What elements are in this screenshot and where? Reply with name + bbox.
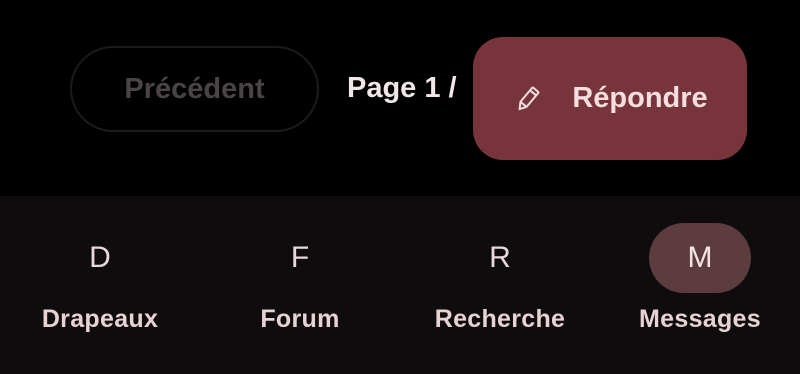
- nav-item-messages[interactable]: M Messages: [600, 196, 800, 374]
- bottom-navigation: D Drapeaux F Forum R Recherche M Message…: [0, 196, 800, 374]
- nav-item-forum[interactable]: F Forum: [200, 196, 400, 374]
- nav-item-recherche[interactable]: R Recherche: [400, 196, 600, 374]
- screen: Précédent Page 1 / Répondre D Drapeaux F: [0, 0, 800, 374]
- previous-page-button[interactable]: Précédent: [70, 46, 319, 132]
- pagination-bar: Précédent Page 1 / Répondre: [0, 0, 800, 196]
- nav-item-drapeaux[interactable]: D Drapeaux: [0, 196, 200, 374]
- nav-label: Drapeaux: [41, 305, 159, 333]
- forum-icon: F: [290, 241, 310, 274]
- page-indicator: Page 1 /: [347, 72, 457, 104]
- messages-icon: M: [649, 223, 751, 293]
- pencil-icon: [512, 83, 544, 115]
- recherche-icon: R: [489, 241, 511, 274]
- drapeaux-icon: D: [89, 241, 111, 274]
- nav-label: Messages: [639, 305, 761, 333]
- nav-label: Recherche: [434, 305, 566, 333]
- reply-button-label: Répondre: [572, 82, 708, 114]
- reply-button[interactable]: Répondre: [473, 37, 747, 160]
- nav-label: Forum: [260, 305, 340, 333]
